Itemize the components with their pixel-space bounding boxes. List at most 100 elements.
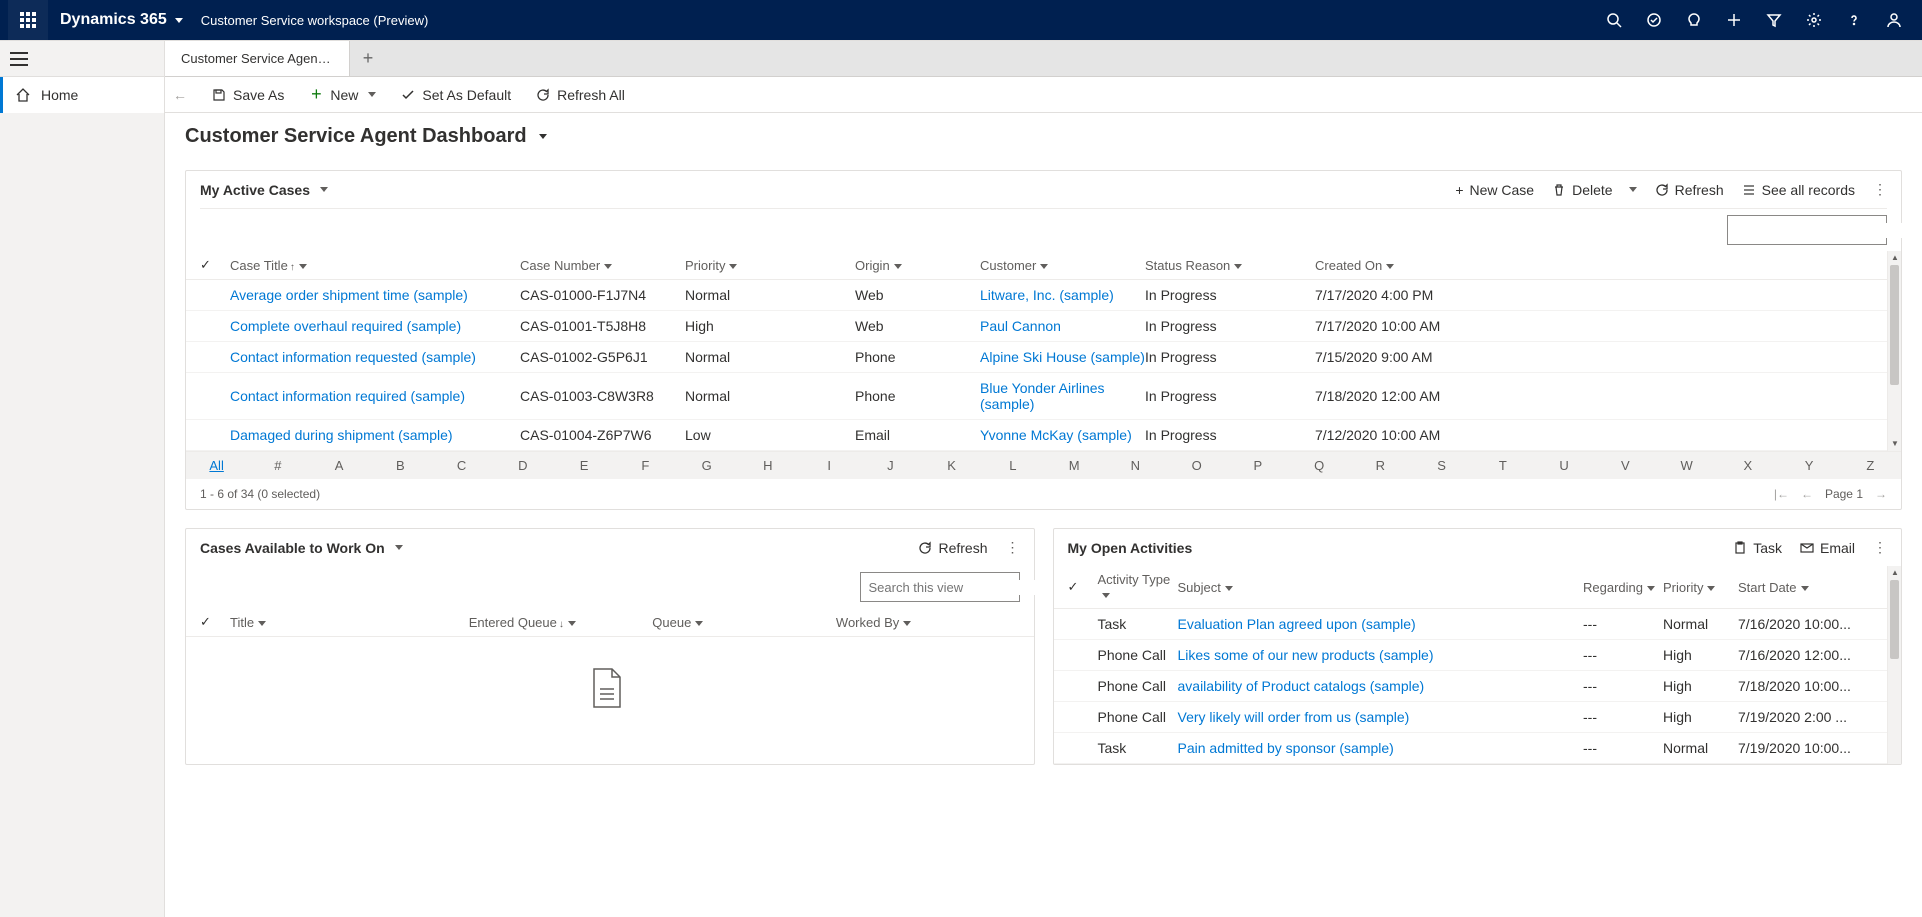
col-subject[interactable]: Subject bbox=[1178, 580, 1584, 595]
nav-home[interactable]: Home bbox=[0, 77, 164, 113]
alpha-filter[interactable]: C bbox=[431, 452, 492, 479]
new-case-button[interactable]: + New Case bbox=[1455, 182, 1534, 198]
table-row[interactable]: TaskEvaluation Plan agreed upon (sample)… bbox=[1054, 609, 1888, 640]
table-row[interactable]: Damaged during shipment (sample)CAS-0100… bbox=[186, 420, 1887, 451]
customer-link[interactable]: Blue Yonder Airlines (sample) bbox=[980, 380, 1105, 412]
alpha-filter[interactable]: E bbox=[554, 452, 615, 479]
col-customer[interactable]: Customer bbox=[980, 258, 1145, 273]
card-title-active-cases[interactable]: My Active Cases bbox=[200, 182, 328, 198]
subject-link[interactable]: Likes some of our new products (sample) bbox=[1178, 647, 1434, 663]
col-priority[interactable]: Priority bbox=[1663, 580, 1738, 595]
hamburger-menu-button[interactable] bbox=[10, 52, 28, 66]
alpha-filter[interactable]: S bbox=[1411, 452, 1472, 479]
col-status[interactable]: Status Reason bbox=[1145, 258, 1315, 273]
customer-link[interactable]: Alpine Ski House (sample) bbox=[980, 349, 1145, 365]
dashboard-title[interactable]: Customer Service Agent Dashboard bbox=[185, 125, 1902, 148]
alpha-filter[interactable]: Y bbox=[1779, 452, 1840, 479]
col-entered-queue[interactable]: Entered Queue↓ bbox=[469, 615, 653, 630]
search-input[interactable] bbox=[869, 580, 1045, 595]
table-row[interactable]: Phone CallVery likely will order from us… bbox=[1054, 702, 1888, 733]
alpha-filter[interactable]: F bbox=[615, 452, 676, 479]
subject-link[interactable]: Pain admitted by sponsor (sample) bbox=[1178, 740, 1394, 756]
col-case-number[interactable]: Case Number bbox=[520, 258, 685, 273]
select-all-checkbox[interactable]: ✓ bbox=[200, 257, 230, 273]
subject-link[interactable]: Evaluation Plan agreed upon (sample) bbox=[1178, 616, 1416, 632]
col-activity-type[interactable]: Activity Type bbox=[1098, 572, 1178, 602]
scrollbar[interactable]: ▲ bbox=[1887, 566, 1901, 764]
pager-next-button[interactable]: → bbox=[1875, 487, 1887, 501]
settings-icon[interactable] bbox=[1794, 0, 1834, 40]
customer-link[interactable]: Yvonne McKay (sample) bbox=[980, 427, 1132, 443]
new-email-button[interactable]: Email bbox=[1800, 540, 1855, 556]
alpha-filter[interactable]: I bbox=[799, 452, 860, 479]
alpha-filter[interactable]: V bbox=[1595, 452, 1656, 479]
case-title-link[interactable]: Damaged during shipment (sample) bbox=[230, 427, 453, 443]
subject-link[interactable]: Very likely will order from us (sample) bbox=[1178, 709, 1410, 725]
alpha-filter[interactable]: N bbox=[1105, 452, 1166, 479]
table-row[interactable]: Phone Callavailability of Product catalo… bbox=[1054, 671, 1888, 702]
more-commands-button[interactable]: ⋮ bbox=[1873, 181, 1887, 198]
set-default-button[interactable]: Set As Default bbox=[394, 83, 517, 107]
account-icon[interactable] bbox=[1874, 0, 1914, 40]
alpha-filter[interactable]: J bbox=[860, 452, 921, 479]
table-row[interactable]: Average order shipment time (sample)CAS-… bbox=[186, 280, 1887, 311]
col-worked-by[interactable]: Worked By bbox=[836, 615, 1020, 630]
add-icon[interactable] bbox=[1714, 0, 1754, 40]
refresh-button[interactable]: Refresh bbox=[918, 540, 987, 556]
back-button[interactable]: ← bbox=[173, 87, 193, 103]
task-flows-icon[interactable] bbox=[1634, 0, 1674, 40]
customer-link[interactable]: Litware, Inc. (sample) bbox=[980, 287, 1114, 303]
col-queue[interactable]: Queue bbox=[652, 615, 836, 630]
col-regarding[interactable]: Regarding bbox=[1583, 580, 1663, 595]
select-all-checkbox[interactable]: ✓ bbox=[200, 614, 230, 630]
pager-first-button[interactable]: |← bbox=[1774, 487, 1789, 501]
alpha-filter[interactable]: Z bbox=[1840, 452, 1901, 479]
col-title[interactable]: Title bbox=[230, 615, 469, 630]
help-icon[interactable] bbox=[1834, 0, 1874, 40]
alpha-filter[interactable]: G bbox=[676, 452, 737, 479]
tab-active[interactable]: Customer Service Agent Dash... bbox=[165, 41, 350, 76]
alpha-filter[interactable]: Q bbox=[1289, 452, 1350, 479]
new-button[interactable]: + New bbox=[302, 83, 382, 107]
delete-button[interactable]: Delete bbox=[1552, 182, 1636, 198]
search-box[interactable] bbox=[860, 572, 1020, 602]
col-case-title[interactable]: Case Title↑ bbox=[230, 258, 520, 273]
alpha-filter[interactable]: M bbox=[1044, 452, 1105, 479]
scrollbar[interactable]: ▲ ▼ bbox=[1887, 251, 1901, 451]
table-row[interactable]: TaskPain admitted by sponsor (sample)---… bbox=[1054, 733, 1888, 764]
alpha-filter[interactable]: H bbox=[737, 452, 798, 479]
col-created[interactable]: Created On bbox=[1315, 258, 1873, 273]
assistant-icon[interactable] bbox=[1674, 0, 1714, 40]
card-title-cases-available[interactable]: Cases Available to Work On bbox=[200, 540, 403, 556]
alpha-filter[interactable]: All bbox=[186, 452, 247, 479]
chevron-down-icon[interactable] bbox=[175, 18, 183, 23]
alpha-filter[interactable]: T bbox=[1472, 452, 1533, 479]
case-title-link[interactable]: Contact information required (sample) bbox=[230, 388, 465, 404]
alpha-filter[interactable]: L bbox=[982, 452, 1043, 479]
col-priority[interactable]: Priority bbox=[685, 258, 855, 273]
table-row[interactable]: Contact information required (sample)CAS… bbox=[186, 373, 1887, 420]
see-all-records-button[interactable]: See all records bbox=[1742, 182, 1855, 198]
customer-link[interactable]: Paul Cannon bbox=[980, 318, 1061, 334]
case-title-link[interactable]: Average order shipment time (sample) bbox=[230, 287, 468, 303]
chevron-down-icon[interactable] bbox=[368, 92, 376, 97]
filter-icon[interactable] bbox=[1754, 0, 1794, 40]
more-commands-button[interactable]: ⋮ bbox=[1873, 539, 1887, 556]
table-row[interactable]: Complete overhaul required (sample)CAS-0… bbox=[186, 311, 1887, 342]
search-box[interactable] bbox=[1727, 215, 1887, 245]
alpha-filter[interactable]: K bbox=[921, 452, 982, 479]
more-commands-button[interactable]: ⋮ bbox=[1006, 539, 1020, 556]
alpha-filter[interactable]: P bbox=[1227, 452, 1288, 479]
alpha-filter[interactable]: W bbox=[1656, 452, 1717, 479]
app-name[interactable]: Dynamics 365 bbox=[60, 11, 167, 29]
alpha-filter[interactable]: X bbox=[1717, 452, 1778, 479]
search-input[interactable] bbox=[1736, 223, 1912, 238]
alpha-filter[interactable]: D bbox=[492, 452, 553, 479]
alpha-filter[interactable]: A bbox=[309, 452, 370, 479]
col-start-date[interactable]: Start Date bbox=[1738, 580, 1873, 595]
alpha-filter[interactable]: B bbox=[370, 452, 431, 479]
save-as-button[interactable]: Save As bbox=[205, 83, 290, 107]
alpha-filter[interactable]: R bbox=[1350, 452, 1411, 479]
subject-link[interactable]: availability of Product catalogs (sample… bbox=[1178, 678, 1425, 694]
alpha-filter[interactable]: O bbox=[1166, 452, 1227, 479]
